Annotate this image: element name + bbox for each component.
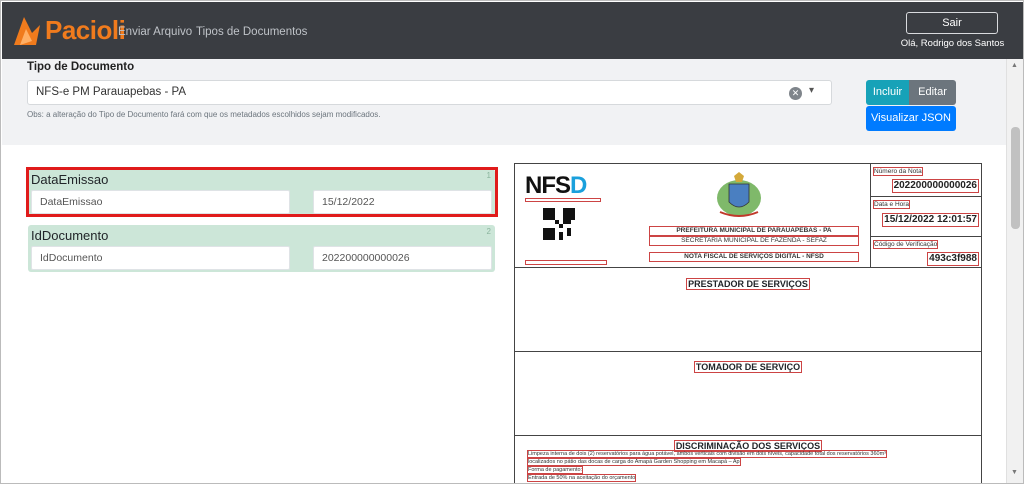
prestador-title: PRESTADOR DE SERVIÇOS [686,278,810,290]
secretaria-name: SECRETARIA MUNICIPAL DE FAZENDA - SEFAZ [649,236,859,246]
numero-value: 202200000000026 [891,179,979,193]
editar-button[interactable]: Editar [909,80,956,105]
doc-type-select[interactable]: NFS-e PM Parauapebas - PA ✕ ▾ [27,80,832,105]
qr-code-icon [543,208,575,240]
nav-enviar-arquivo[interactable]: Enviar Arquivo [118,26,192,38]
metadata-title: IdDocumento [31,228,109,243]
incluir-button[interactable]: Incluir [866,80,909,105]
discriminacao-line: Forma de pagamento: [527,466,584,474]
pacioli-flame-icon [14,17,40,45]
discriminacao-section: DISCRIMINAÇÃO DOS SERVIÇOS Limpeza inter… [515,436,981,483]
metadata-field-value[interactable]: 202200000000026 [313,246,492,270]
qr-code-caption [525,260,607,265]
navbar: Pacioli Enviar Arquivo Tipos de Document… [2,2,1023,59]
chevron-down-icon[interactable]: ▾ [809,85,814,96]
tomador-section: TOMADOR DE SERVIÇO [515,352,981,436]
nav-tipos-documentos[interactable]: Tipos de Documentos [196,26,307,38]
numero-section: Número da Nota 202200000000026 [871,164,982,197]
data-hora-value: 15/12/2022 12:01:57 [882,213,979,227]
codigo-section: Código de Verificação 493c3f988 [871,237,982,268]
scrollbar-thumb[interactable] [1011,127,1020,229]
numero-label: Número da Nota [873,167,923,176]
prefeitura-name: PREFEITURA MUNICIPAL DE PARAUAPEBAS - PA [649,226,859,236]
nota-title: NOTA FISCAL DE SERVIÇOS DIGITAL - NFSD [649,252,859,262]
page-scrollbar[interactable]: ▲ ▼ [1006,59,1023,483]
nota-info-column: Número da Nota 202200000000026 Data e Ho… [870,164,982,268]
metadata-field-name[interactable]: IdDocumento [31,246,290,270]
brand-logo[interactable]: Pacioli [10,13,126,49]
doc-type-label: Tipo de Documento [27,61,135,73]
codigo-value: 493c3f988 [927,252,979,266]
data-section: Data e Hora 15/12/2022 12:01:57 [871,197,982,237]
nfsd-logo-accent: D [570,172,587,199]
codigo-label: Código de Verificação [873,240,939,249]
logout-button[interactable]: Sair [906,12,998,34]
metadata-card-iddocumento[interactable]: IdDocumento 2 IdDocumento 20220000000002… [28,225,495,272]
coat-of-arms-icon [717,172,761,217]
clear-selection-icon[interactable]: ✕ [789,87,802,100]
data-hora-label: Data e Hora [873,200,911,209]
visualizar-json-button[interactable]: Visualizar JSON [866,106,956,131]
scroll-up-icon[interactable]: ▲ [1011,62,1018,69]
brand-name: Pacioli [45,15,126,45]
user-greeting: Olá, Rodrigo dos Santos [900,38,1005,49]
discriminacao-line: Limpeza interna de dois (2) reservatório… [527,450,887,458]
doc-type-warning: Obs: a alteração do Tipo de Documento fa… [27,110,381,119]
nfsd-logo-text: NFS [525,172,571,199]
scroll-down-icon[interactable]: ▼ [1011,469,1018,476]
nfsd-logo-caption [525,198,601,202]
nfsd-logo: NFSD [525,172,587,200]
nfse-document-preview[interactable]: NFSD PREFEITURA MUNICIPAL DE PARAUAPEBAS… [514,163,982,483]
discriminacao-line: Entrada de 50% na aceitação do orçamento [527,474,637,482]
doc-type-selected-value: NFS-e PM Parauapebas - PA [36,86,186,98]
selection-highlight [26,167,498,217]
app-window: Pacioli Enviar Arquivo Tipos de Document… [0,0,1024,484]
prestador-section: PRESTADOR DE SERVIÇOS [515,269,981,352]
discriminacao-line: localizados no pátio das docas de carga … [527,458,741,466]
metadata-index: 2 [486,227,491,236]
tomador-title: TOMADOR DE SERVIÇO [693,361,803,373]
nfse-header: NFSD PREFEITURA MUNICIPAL DE PARAUAPEBAS… [515,164,982,268]
